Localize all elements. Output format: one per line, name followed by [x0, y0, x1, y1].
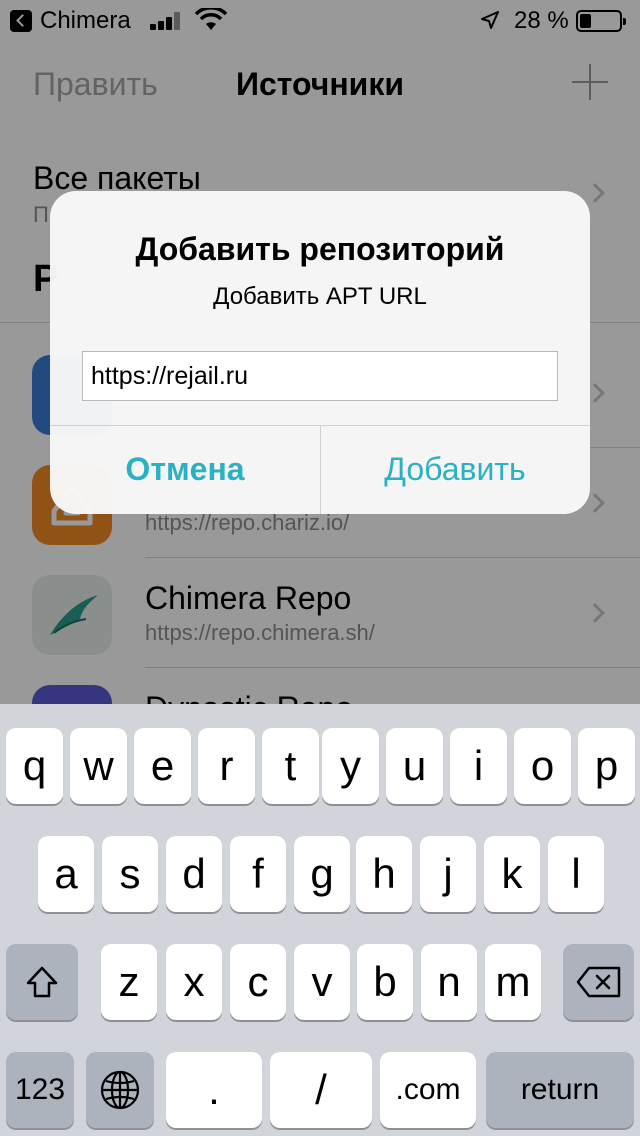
key-g[interactable]: g: [294, 836, 350, 912]
shift-icon: [26, 966, 58, 998]
backspace-icon: [576, 966, 620, 998]
return-key[interactable]: return: [486, 1052, 634, 1128]
shift-key[interactable]: [6, 944, 78, 1020]
dotcom-key[interactable]: .com: [380, 1052, 476, 1128]
key-u[interactable]: u: [386, 728, 443, 804]
key-r[interactable]: r: [198, 728, 255, 804]
key-w[interactable]: w: [70, 728, 127, 804]
key-h[interactable]: h: [356, 836, 412, 912]
key-b[interactable]: b: [357, 944, 413, 1020]
key-o[interactable]: o: [514, 728, 571, 804]
key-k[interactable]: k: [484, 836, 540, 912]
numbers-key[interactable]: 123: [6, 1052, 74, 1128]
key-y[interactable]: y: [322, 728, 379, 804]
key-d[interactable]: d: [166, 836, 222, 912]
add-button[interactable]: Добавить: [320, 425, 590, 514]
key-x[interactable]: x: [166, 944, 222, 1020]
period-key[interactable]: .: [166, 1052, 262, 1128]
key-q[interactable]: q: [6, 728, 63, 804]
keyboard: q w e r t y u i o p a s d f g h j k l z …: [0, 704, 640, 1136]
globe-icon: [100, 1070, 140, 1110]
globe-key[interactable]: [86, 1052, 154, 1128]
slash-key[interactable]: /: [270, 1052, 372, 1128]
key-l[interactable]: l: [548, 836, 604, 912]
repo-url-input[interactable]: [82, 351, 558, 401]
key-n[interactable]: n: [421, 944, 477, 1020]
key-m[interactable]: m: [485, 944, 541, 1020]
key-j[interactable]: j: [420, 836, 476, 912]
backspace-key[interactable]: [563, 944, 634, 1020]
key-z[interactable]: z: [101, 944, 157, 1020]
key-a[interactable]: a: [38, 836, 94, 912]
dialog-message: Добавить APT URL: [213, 283, 427, 310]
key-p[interactable]: p: [578, 728, 635, 804]
key-s[interactable]: s: [102, 836, 158, 912]
key-c[interactable]: c: [230, 944, 286, 1020]
key-t[interactable]: t: [262, 728, 319, 804]
key-e[interactable]: e: [134, 728, 191, 804]
cancel-button[interactable]: Отмена: [50, 425, 320, 514]
dialog-title: Добавить репозиторий: [135, 231, 505, 267]
key-v[interactable]: v: [294, 944, 350, 1020]
key-i[interactable]: i: [450, 728, 507, 804]
key-f[interactable]: f: [230, 836, 286, 912]
add-repo-dialog: Добавить репозиторий Добавить APT URL От…: [50, 191, 590, 514]
